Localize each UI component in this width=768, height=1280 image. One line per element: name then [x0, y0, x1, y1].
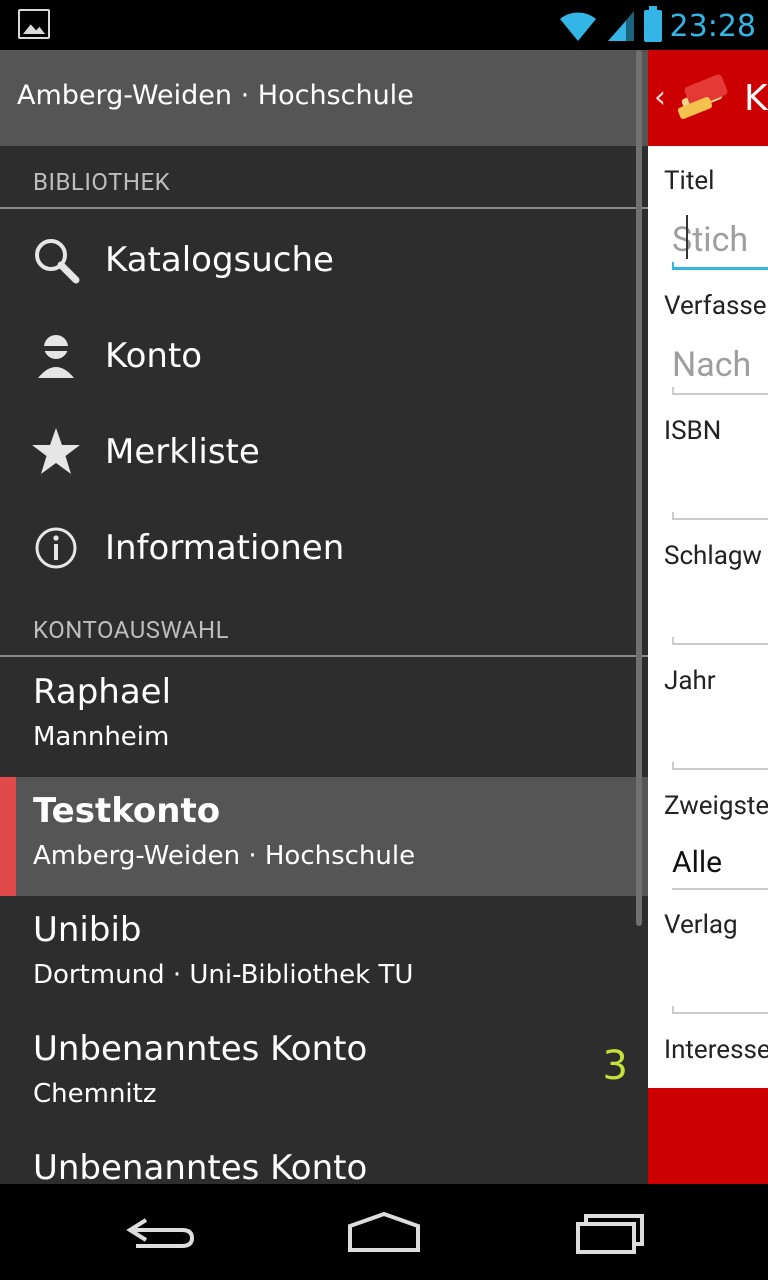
star-icon	[32, 428, 80, 474]
field-label-author: Verfasse	[664, 291, 767, 321]
nav-item-label: Konto	[105, 336, 203, 376]
isbn-input[interactable]	[672, 512, 768, 520]
battery-icon	[643, 6, 662, 42]
section-header-accounts: KONTOAUSWAHL	[33, 616, 230, 644]
account-library: Amberg-Weiden · Hochschule	[33, 841, 416, 871]
account-item-unnamed[interactable]: Unbenanntes Konto	[0, 1134, 648, 1184]
account-name: Unibib	[33, 910, 142, 950]
nav-item-account[interactable]: Konto	[0, 308, 648, 404]
field-label-title: Titel	[664, 166, 715, 196]
scrollbar[interactable]	[636, 50, 642, 926]
notification-count-badge: 3	[602, 1043, 628, 1089]
system-navigation-bar	[0, 1184, 768, 1280]
account-name: Unbenanntes Konto	[33, 1029, 368, 1069]
app-title: K	[744, 78, 768, 119]
field-label-keyword: Schlagw	[664, 541, 762, 571]
field-label-branch: Zweigste	[664, 791, 768, 821]
drawer-indicator-icon[interactable]: ‹	[654, 80, 666, 115]
nav-item-label: Informationen	[105, 528, 345, 568]
app-logo-icon[interactable]	[674, 68, 734, 128]
search-icon	[35, 239, 80, 284]
account-library: Dortmund · Uni-Bibliothek TU	[33, 960, 414, 990]
selected-indicator	[0, 777, 16, 896]
account-item-raphael[interactable]: Raphael Mannheim	[0, 658, 648, 777]
divider	[0, 207, 648, 209]
field-label-isbn: ISBN	[664, 416, 722, 446]
field-label-year: Jahr	[664, 666, 716, 696]
status-icons: 23:28	[558, 6, 756, 46]
publisher-input[interactable]	[672, 1006, 768, 1014]
section-header-library: BIBLIOTHEK	[33, 168, 171, 196]
title-input-underline	[672, 262, 768, 270]
account-item-unibib[interactable]: Unibib Dortmund · Uni-Bibliothek TU	[0, 896, 648, 1015]
navigation-drawer: Amberg-Weiden · Hochschule BIBLIOTHEK Ka…	[0, 50, 648, 1184]
current-library-title: Amberg-Weiden · Hochschule	[17, 80, 414, 111]
account-name: Testkonto	[33, 791, 221, 831]
branch-select[interactable]: Alle	[672, 845, 768, 880]
keyword-input[interactable]	[672, 637, 768, 645]
drawer-header[interactable]: Amberg-Weiden · Hochschule	[0, 50, 648, 146]
home-icon[interactable]	[344, 1206, 424, 1256]
recent-apps-icon[interactable]	[570, 1206, 650, 1256]
account-item-testkonto[interactable]: Testkonto Amberg-Weiden · Hochschule	[0, 777, 648, 896]
account-item-unnamed-chemnitz[interactable]: Unbenanntes Konto Chemnitz 3	[0, 1015, 648, 1134]
author-input-underline	[672, 387, 768, 395]
back-icon[interactable]	[120, 1206, 200, 1256]
search-form-panel: ‹ K Titel Stich Verfasse Nach ISBN Schla…	[648, 50, 768, 1184]
text-cursor	[686, 215, 688, 259]
picture-notification-icon	[18, 9, 50, 39]
wifi-icon	[559, 12, 596, 41]
search-button-bar[interactable]	[648, 1088, 768, 1184]
account-library: Chemnitz	[33, 1079, 157, 1109]
branch-select-underline	[672, 882, 768, 890]
nav-item-catalog-search[interactable]: Katalogsuche	[0, 212, 648, 308]
action-bar: ‹ K	[648, 50, 768, 146]
nav-item-label: Merkliste	[105, 432, 260, 472]
nav-item-information[interactable]: Informationen	[0, 500, 648, 596]
account-icon	[38, 335, 74, 378]
field-label-interest: Interesse	[664, 1035, 768, 1065]
year-input[interactable]	[672, 762, 768, 770]
nav-item-watchlist[interactable]: Merkliste	[0, 404, 648, 500]
clock: 23:28	[669, 8, 756, 44]
author-input[interactable]: Nach	[672, 345, 768, 385]
info-icon	[35, 527, 77, 569]
account-library: Mannheim	[33, 722, 170, 752]
nav-item-label: Katalogsuche	[105, 240, 334, 280]
account-name: Unbenanntes Konto	[33, 1148, 368, 1184]
account-name: Raphael	[33, 672, 172, 712]
status-bar: 23:28	[0, 0, 768, 50]
signal-icon	[607, 11, 634, 41]
divider	[0, 655, 648, 657]
field-label-publisher: Verlag	[664, 910, 738, 940]
